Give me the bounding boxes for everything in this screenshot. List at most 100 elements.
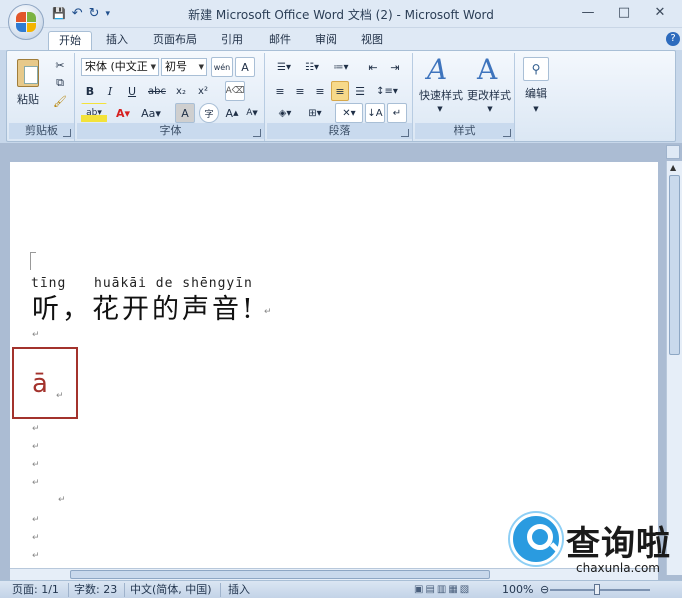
change-case-label: Aa	[141, 106, 156, 120]
tab-view[interactable]: 视图	[354, 31, 390, 50]
change-styles-button[interactable]: 更改样式	[465, 87, 513, 103]
tab-references[interactable]: 引用	[214, 31, 250, 50]
close-button[interactable]: ✕	[644, 2, 676, 22]
chevron-down-icon[interactable]: ▼	[483, 103, 497, 115]
office-button[interactable]	[8, 4, 44, 40]
cut-icon[interactable]: ✂	[51, 57, 69, 73]
borders-icon[interactable]: ⊞▾	[301, 103, 329, 123]
chevron-down-icon[interactable]: ▼	[433, 103, 447, 115]
zoom-level[interactable]: 100%	[502, 583, 533, 597]
enclose-chars-button[interactable]: 字	[199, 103, 219, 123]
ribbon-tabs: 开始 插入 页面布局 引用 邮件 审阅 视图 ?	[0, 28, 682, 50]
quick-styles-button[interactable]: 快速样式	[417, 87, 465, 103]
ruler-toggle-icon[interactable]	[666, 145, 680, 159]
tab-review[interactable]: 审阅	[308, 31, 344, 50]
italic-button[interactable]: I	[101, 81, 119, 101]
paragraph-mark: ↵	[32, 330, 40, 340]
chevron-down-icon[interactable]: ▼	[529, 103, 543, 115]
site-watermark: 查询啦 chaxunla.com	[506, 513, 678, 577]
paragraph-group: ☰▾ ☷▾ ≔▾ ⇤ ⇥ ≡ ≡ ≡ ≡ ☰ ↕≡▾ ◈▾ ⊞▾ ✕▾ ↓A ↵…	[267, 53, 413, 141]
subscript-button[interactable]: x₂	[171, 81, 191, 101]
font-color-icon[interactable]: A▾	[111, 103, 135, 123]
tab-mailings[interactable]: 邮件	[262, 31, 298, 50]
format-painter-icon[interactable]: 🖌	[51, 93, 69, 109]
scroll-up-icon[interactable]: ▲	[670, 163, 676, 172]
clear-formatting-icon[interactable]: A⌫	[225, 81, 245, 101]
distribute-icon[interactable]: ☰	[351, 81, 369, 101]
minimize-button[interactable]: —	[572, 2, 604, 22]
align-center-icon[interactable]: ≡	[291, 81, 309, 101]
status-bar: 页面: 1/1 字数: 23 中文(简体, 中国) 插入 ▣▤▥▦▧ 100% …	[0, 580, 682, 598]
zoom-out-icon[interactable]: ⊖	[540, 583, 549, 597]
change-case-button[interactable]: Aa ▾	[137, 103, 165, 123]
tab-home[interactable]: 开始	[48, 31, 92, 50]
numbering-icon[interactable]: ☷▾	[299, 57, 325, 77]
title-bar: 💾 ↶ ↻ ▾ 新建 Microsoft Office Word 文档 (2) …	[0, 0, 682, 28]
view-buttons-icon[interactable]: ▣▤▥▦▧	[414, 583, 471, 597]
styles-group: A A 快速样式 更改样式 ▼ ▼ 样式	[415, 53, 515, 141]
paragraph-launcher-icon[interactable]	[401, 129, 409, 137]
tone-character[interactable]: ā	[32, 369, 48, 399]
highlight-color-icon[interactable]: ab▾	[81, 103, 107, 123]
font-name-value: 宋体 (中文正	[85, 60, 148, 73]
language-indicator[interactable]: 中文(简体, 中国)	[130, 583, 212, 597]
strikethrough-button[interactable]: abc	[145, 81, 169, 101]
quick-styles-icon[interactable]: A	[427, 55, 447, 85]
paste-icon[interactable]	[17, 59, 39, 87]
align-left-icon[interactable]: ≡	[271, 81, 289, 101]
multilevel-list-icon[interactable]: ≔▾	[327, 57, 355, 77]
clipboard-launcher-icon[interactable]	[63, 129, 71, 137]
paragraph-mark: ↵	[264, 307, 272, 317]
binoculars-icon[interactable]: ⚲	[523, 57, 549, 81]
zoom-slider-knob[interactable]	[594, 584, 600, 595]
tab-page-layout[interactable]: 页面布局	[146, 31, 204, 50]
watermark-text: 查询啦	[566, 524, 671, 564]
bold-button[interactable]: B	[81, 81, 99, 101]
watermark-domain: chaxunla.com	[576, 561, 660, 575]
document-text[interactable]: 听，花开的声音!	[32, 287, 256, 326]
vertical-scroll-thumb[interactable]	[669, 175, 680, 355]
editing-group: ⚲ 编辑 ▼	[517, 53, 557, 141]
shrink-font-button[interactable]: A ▼	[243, 103, 261, 123]
paste-button[interactable]: 粘贴	[13, 91, 43, 107]
char-shading-button[interactable]: A	[175, 103, 195, 123]
styles-launcher-icon[interactable]	[503, 129, 511, 137]
paragraph-mark: ↵	[32, 515, 40, 525]
insert-mode[interactable]: 插入	[228, 583, 250, 597]
help-icon[interactable]: ?	[666, 32, 680, 46]
page-count[interactable]: 页面: 1/1	[12, 583, 59, 597]
sort-icon[interactable]: ↓A	[365, 103, 385, 123]
tab-insert[interactable]: 插入	[100, 31, 134, 50]
text-cursor-mark	[30, 252, 36, 270]
zoom-slider[interactable]	[550, 589, 650, 591]
increase-indent-icon[interactable]: ⇥	[385, 57, 405, 77]
font-size-dropdown[interactable]: 初号 ▼	[161, 58, 207, 76]
align-right-icon[interactable]: ≡	[311, 81, 329, 101]
grow-font-button[interactable]: A ▲	[223, 103, 241, 123]
line-spacing-icon[interactable]: ↕≡▾	[373, 81, 401, 101]
superscript-button[interactable]: x²	[193, 81, 213, 101]
editing-button[interactable]: 编辑	[519, 85, 553, 101]
copy-icon[interactable]: ⧉	[51, 75, 69, 91]
decrease-indent-icon[interactable]: ⇤	[363, 57, 383, 77]
maximize-button[interactable]: □	[608, 2, 640, 22]
show-marks-icon[interactable]: ↵	[387, 103, 407, 123]
font-launcher-icon[interactable]	[253, 129, 261, 137]
font-name-dropdown[interactable]: 宋体 (中文正 ▼	[81, 58, 159, 76]
phonetic-guide-button[interactable]: wén	[211, 57, 233, 77]
word-count[interactable]: 字数: 23	[74, 583, 117, 597]
chevron-down-icon: ▼	[150, 63, 156, 71]
window-controls: — □ ✕	[572, 2, 676, 22]
font-size-value: 初号	[165, 60, 187, 73]
justify-icon[interactable]: ≡	[331, 81, 349, 101]
horizontal-scroll-thumb[interactable]	[70, 570, 490, 579]
char-border-button[interactable]: A	[235, 57, 255, 77]
chevron-down-icon: ▼	[198, 63, 204, 71]
change-styles-icon[interactable]: A	[477, 55, 497, 85]
shading-icon[interactable]: ◈▾	[271, 103, 299, 123]
styles-label: 样式	[415, 123, 514, 139]
paragraph-label: 段落	[267, 123, 412, 139]
chinese-layout-icon[interactable]: ✕▾	[335, 103, 363, 123]
underline-button[interactable]: U	[121, 81, 143, 101]
bullets-icon[interactable]: ☰▾	[271, 57, 297, 77]
